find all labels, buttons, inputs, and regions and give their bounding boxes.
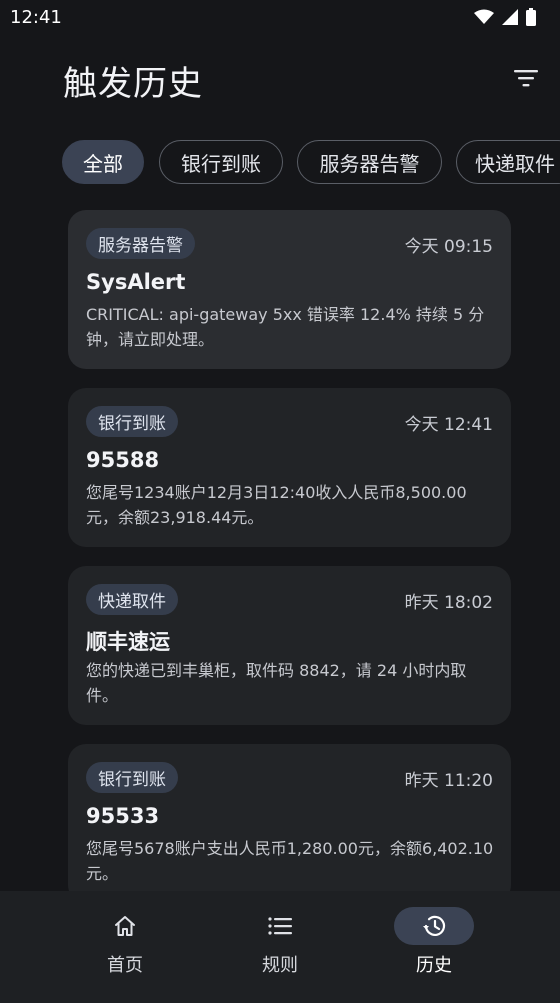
history-icon <box>423 915 446 936</box>
status-bar: 12:41 <box>0 0 560 36</box>
status-time: 12:41 <box>10 7 62 28</box>
message-body: CRITICAL: api-gateway 5xx 错误率 12.4% 持续 5… <box>86 305 485 349</box>
category-tag: 银行到账 <box>86 406 178 437</box>
chip-server-alert[interactable]: 服务器告警 <box>297 140 442 184</box>
bottom-navigation: 首页 规则 历史 <box>0 891 560 1003</box>
chip-label: 全部 <box>83 151 123 176</box>
filter-icon <box>514 70 538 87</box>
status-icons <box>474 8 536 26</box>
sender: 95588 <box>86 448 160 472</box>
chip-label: 服务器告警 <box>319 151 420 176</box>
history-card[interactable]: 服务器告警 今天 09:15 SysAlert CRITICAL: api-ga… <box>68 210 511 369</box>
nav-label: 规则 <box>262 955 298 976</box>
list-icon <box>268 917 292 935</box>
sender: 95533 <box>86 804 160 828</box>
nav-item-home[interactable]: 首页 <box>55 891 195 1003</box>
chip-label: 快递取件 <box>475 151 555 176</box>
filter-chip-row: 全部 银行到账 服务器告警 快递取件 <box>62 140 560 186</box>
timestamp: 昨天 11:20 <box>404 771 493 791</box>
category-tag: 银行到账 <box>86 762 178 793</box>
timestamp: 今天 09:15 <box>404 237 493 257</box>
history-card[interactable]: 快递取件 昨天 18:02 顺丰速运 您的快递已到丰巢柜，取件码 8842，请 … <box>68 566 511 725</box>
category-tag: 快递取件 <box>86 584 178 615</box>
category-tag: 服务器告警 <box>86 228 195 259</box>
nav-icon-container <box>394 907 474 945</box>
sender: 顺丰速运 <box>86 630 170 654</box>
filter-button[interactable] <box>510 62 542 94</box>
timestamp: 昨天 18:02 <box>404 593 493 613</box>
battery-icon <box>526 8 536 26</box>
nav-item-rules[interactable]: 规则 <box>210 891 350 1003</box>
chip-label: 银行到账 <box>181 151 261 176</box>
history-card[interactable]: 银行到账 今天 12:41 95588 您尾号1234账户12月3日12:40收… <box>68 388 511 547</box>
message-body: 您尾号5678账户支出人民币1,280.00元，余额6,402.10元。 <box>86 839 494 883</box>
nav-label: 历史 <box>416 955 452 976</box>
message-body: 您尾号1234账户12月3日12:40收入人民币8,500.00元，余额23,9… <box>86 483 467 527</box>
page-title: 触发历史 <box>63 64 203 104</box>
chip-express[interactable]: 快递取件 <box>456 140 560 184</box>
home-icon <box>115 916 135 936</box>
timestamp: 今天 12:41 <box>404 415 493 435</box>
trigger-history-screen: 12:41 触发历史 全部 银行到账 服务器告警 快递取件 服务器告警 今天 0… <box>0 0 560 1003</box>
nav-item-history[interactable]: 历史 <box>364 891 504 1003</box>
wifi-icon <box>474 9 494 24</box>
sender: SysAlert <box>86 270 186 294</box>
message-body: 您的快递已到丰巢柜，取件码 8842，请 24 小时内取件。 <box>86 661 467 705</box>
nav-label: 首页 <box>107 955 143 976</box>
chip-bank[interactable]: 银行到账 <box>159 140 283 184</box>
signal-icon <box>502 9 518 25</box>
chip-all[interactable]: 全部 <box>62 140 144 184</box>
nav-icon-container <box>240 907 320 945</box>
nav-icon-container <box>85 907 165 945</box>
history-card[interactable]: 银行到账 昨天 11:20 95533 您尾号5678账户支出人民币1,280.… <box>68 744 511 903</box>
